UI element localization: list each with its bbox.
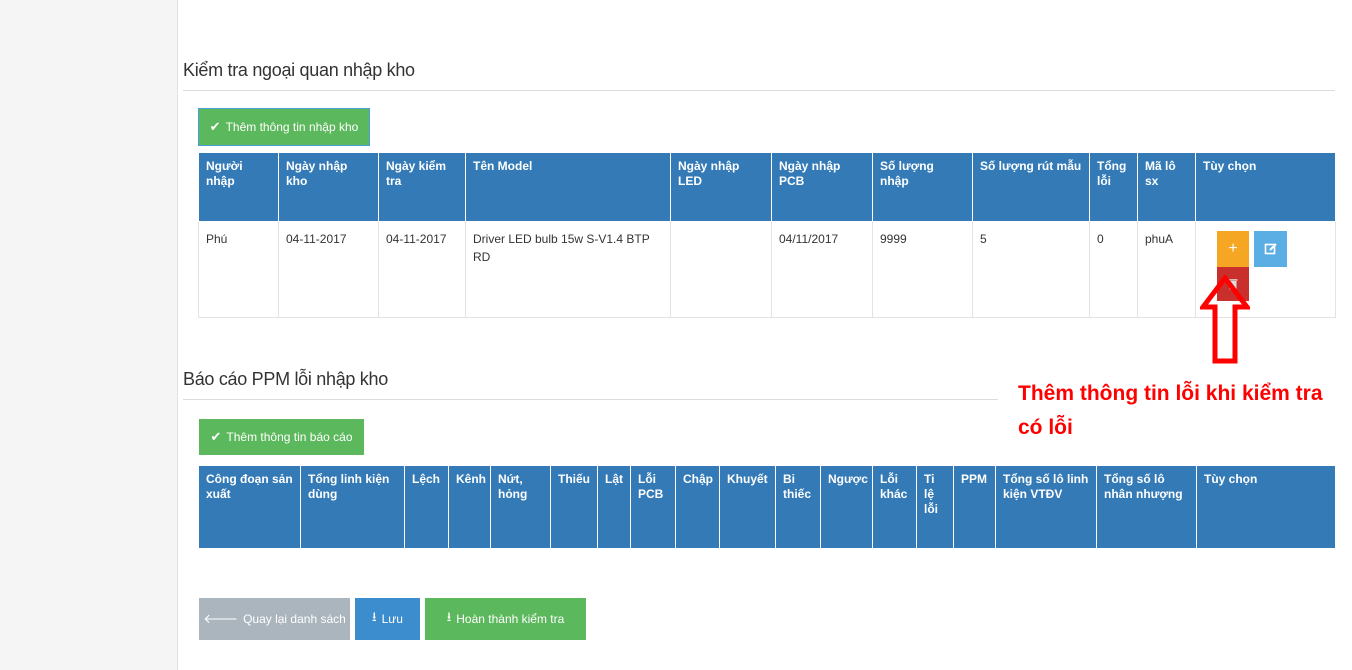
annotation-text: Thêm thông tin lỗi khi kiểm tra có lỗi [1018, 377, 1338, 445]
cell-so-luong-rut-mau: 5 [972, 221, 1090, 318]
plus-icon: + [1228, 240, 1238, 257]
edit-icon [1264, 243, 1277, 255]
column-header: Nứt, hỏng [490, 465, 551, 549]
divider [183, 90, 1335, 91]
column-header: Mã lô sx [1137, 152, 1196, 222]
arrow-left-icon: 🡐 [203, 611, 239, 626]
ppm-report-table: Công đoạn sản xuất Tổng linh kiện dùng L… [198, 465, 1336, 549]
table-header-row: Người nhập Ngày nhập kho Ngày kiểm tra T… [198, 152, 1336, 222]
section-title-import-inspection: Kiểm tra ngoại quan nhập kho [183, 60, 415, 80]
column-header: Chập [675, 465, 720, 549]
column-header: Số lượng rút mẫu [972, 152, 1090, 222]
red-up-arrow [1200, 275, 1250, 364]
download-icon: ⭳ [372, 609, 377, 624]
add-import-info-button[interactable]: ✔ Thêm thông tin nhập kho [198, 108, 370, 146]
column-header: Số lượng nhập [872, 152, 973, 222]
back-to-list-button[interactable]: 🡐 Quay lại danh sách [199, 598, 350, 640]
column-header: Thiếu [550, 465, 598, 549]
column-header: Lệch [404, 465, 449, 549]
check-icon: ✔ [209, 119, 221, 134]
import-inspection-table: Người nhập Ngày nhập kho Ngày kiểm tra T… [198, 152, 1336, 318]
column-header: Ngày nhập LED [670, 152, 772, 222]
column-header: Tùy chọn [1195, 152, 1336, 222]
column-header: Tổng linh kiện dùng [300, 465, 405, 549]
cell-tong-loi: 0 [1089, 221, 1138, 318]
column-header: Tổng số lô linh kiện VTĐV [995, 465, 1097, 549]
column-header: Tổng số lô nhân nhượng [1096, 465, 1197, 549]
edit-button[interactable] [1254, 231, 1287, 267]
column-header: Lỗi khác [872, 465, 917, 549]
complete-inspection-button[interactable]: ⭳ Hoàn thành kiểm tra [425, 598, 586, 640]
column-header: Tùy chọn [1196, 465, 1336, 549]
column-header: Ti lệ lỗi [916, 465, 954, 549]
cell-ngay-nhap-pcb: 04/11/2017 [771, 221, 873, 318]
column-header: Ngày nhập PCB [771, 152, 873, 222]
annotation-line-1: Thêm thông tin lỗi khi kiểm tra [1018, 382, 1323, 405]
download-icon: ⭳ [446, 609, 452, 624]
column-header: Ngược [820, 465, 873, 549]
column-header: Khuyết [719, 465, 776, 549]
save-button[interactable]: ⭳ Lưu [355, 598, 420, 640]
add-report-info-button[interactable]: ✔ Thêm thông tin báo cáo [199, 419, 364, 455]
check-icon: ✔ [210, 429, 222, 444]
column-header: Tên Model [465, 152, 671, 222]
column-header: Lỗi PCB [630, 465, 676, 549]
cell-ten-model: Driver LED bulb 15w S-V1.4 BTP RD [465, 221, 671, 318]
add-error-button[interactable]: + [1217, 231, 1249, 267]
cell-ngay-nhap-led [670, 221, 772, 318]
column-header: PPM [953, 465, 996, 549]
column-header: Người nhập [198, 152, 279, 222]
sidebar [0, 0, 178, 670]
section-title-ppm-report: Báo cáo PPM lỗi nhập kho [183, 369, 388, 389]
annotation-line-2: có lỗi [1018, 416, 1073, 439]
table-row: Phú 04-11-2017 04-11-2017 Driver LED bul… [198, 221, 1336, 318]
cell-nguoi-nhap: Phú [198, 221, 279, 318]
column-header: Ngày kiểm tra [378, 152, 466, 222]
table-header-row: Công đoạn sản xuất Tổng linh kiện dùng L… [198, 465, 1336, 549]
column-header: Kênh [448, 465, 491, 549]
column-header: Lật [597, 465, 631, 549]
cell-ngay-nhap-kho: 04-11-2017 [278, 221, 379, 318]
column-header: Ngày nhập kho [278, 152, 379, 222]
column-header: Bi thiếc [775, 465, 821, 549]
cell-ma-lo-sx: phuA [1137, 221, 1196, 318]
column-header: Tổng lỗi [1089, 152, 1138, 222]
cell-so-luong-nhap: 9999 [872, 221, 973, 318]
cell-ngay-kiem-tra: 04-11-2017 [378, 221, 466, 318]
divider [183, 399, 998, 400]
column-header: Công đoạn sản xuất [198, 465, 301, 549]
